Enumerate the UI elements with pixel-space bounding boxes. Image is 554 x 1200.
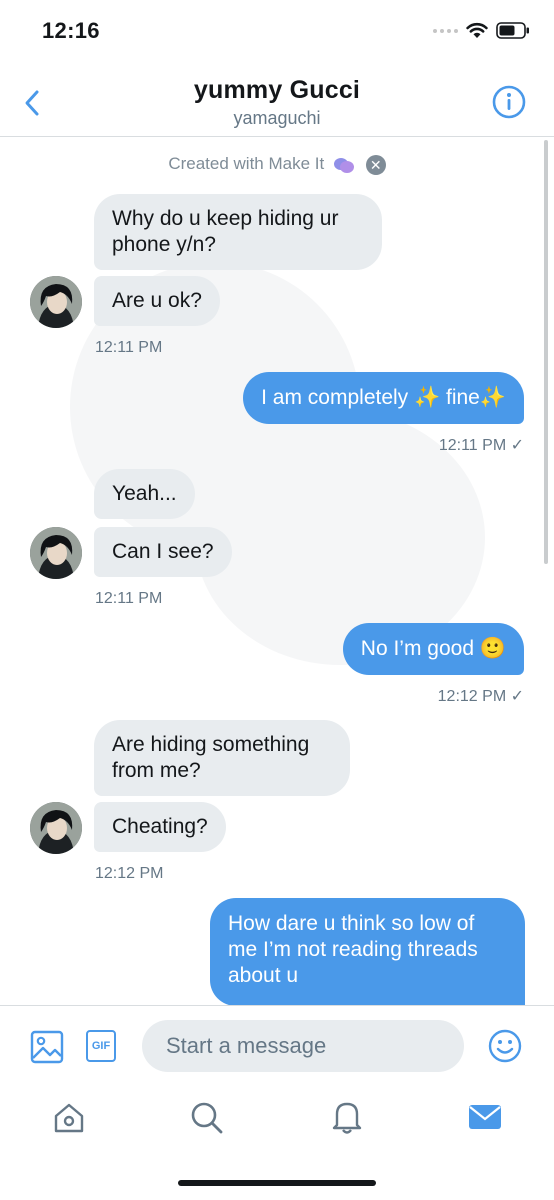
conversation-handle: yamaguchi [233, 108, 321, 128]
message-placeholder: Start a message [166, 1033, 327, 1058]
emoji-icon[interactable] [488, 1029, 522, 1063]
incoming-message[interactable]: Are u ok? [94, 276, 220, 326]
incoming-message[interactable]: Can I see? [94, 527, 232, 577]
signal-icon [433, 28, 458, 33]
avatar[interactable] [30, 276, 82, 328]
outgoing-message[interactable]: How dare u think so low of me I’m not re… [210, 898, 525, 1006]
message-timestamp: 12:11 PM [95, 590, 163, 607]
avatar[interactable] [30, 527, 82, 579]
outgoing-message[interactable]: No I’m good 🙂 [342, 623, 524, 675]
message-timestamp: 12:11 PM ✓ [438, 437, 524, 454]
conversation-title-block[interactable]: yummy Gucci yamaguchi [0, 76, 554, 129]
wifi-icon [466, 22, 488, 38]
search-icon[interactable] [190, 1101, 224, 1135]
battery-icon [496, 22, 529, 39]
tab-bar [0, 1085, 554, 1180]
bell-icon[interactable] [330, 1099, 364, 1135]
outgoing-message[interactable]: I am completely ✨ fine✨ [243, 372, 524, 424]
conversation-title: yummy Gucci [193, 76, 361, 104]
image-icon[interactable] [30, 1030, 64, 1064]
message-timestamp: 12:11 PM [95, 339, 163, 356]
incoming-message[interactable]: Cheating? [94, 802, 226, 852]
message-input[interactable]: Start a message [142, 1020, 464, 1072]
gif-button[interactable]: GIF [86, 1030, 116, 1062]
message-timestamp: 12:12 PM ✓ [437, 688, 524, 705]
close-icon[interactable]: ✕ [365, 154, 386, 175]
home-indicator[interactable] [178, 1180, 376, 1186]
message-timestamp: 12:12 PM [95, 865, 164, 882]
incoming-message[interactable]: Are hiding something from me? [94, 720, 350, 796]
incoming-message[interactable]: Yeah... [94, 469, 195, 519]
mail-icon[interactable] [468, 1103, 502, 1131]
scrollbar[interactable] [544, 140, 548, 564]
incoming-message[interactable]: Why do u keep hiding ur phone y/n? [94, 194, 382, 270]
banner-text: Created with Make It [168, 154, 325, 173]
conversation-header: yummy Gucci yamaguchi [0, 70, 554, 137]
make-it-logo-icon [333, 157, 354, 173]
avatar[interactable] [30, 802, 82, 854]
status-time: 12:16 [42, 18, 100, 43]
created-with-banner: Created with Make It ✕ [0, 154, 554, 175]
status-icons [433, 22, 530, 39]
message-composer: GIF Start a message [0, 1005, 554, 1086]
home-icon[interactable] [52, 1101, 86, 1135]
gif-label: GIF [91, 1040, 111, 1052]
info-icon[interactable] [492, 85, 526, 119]
